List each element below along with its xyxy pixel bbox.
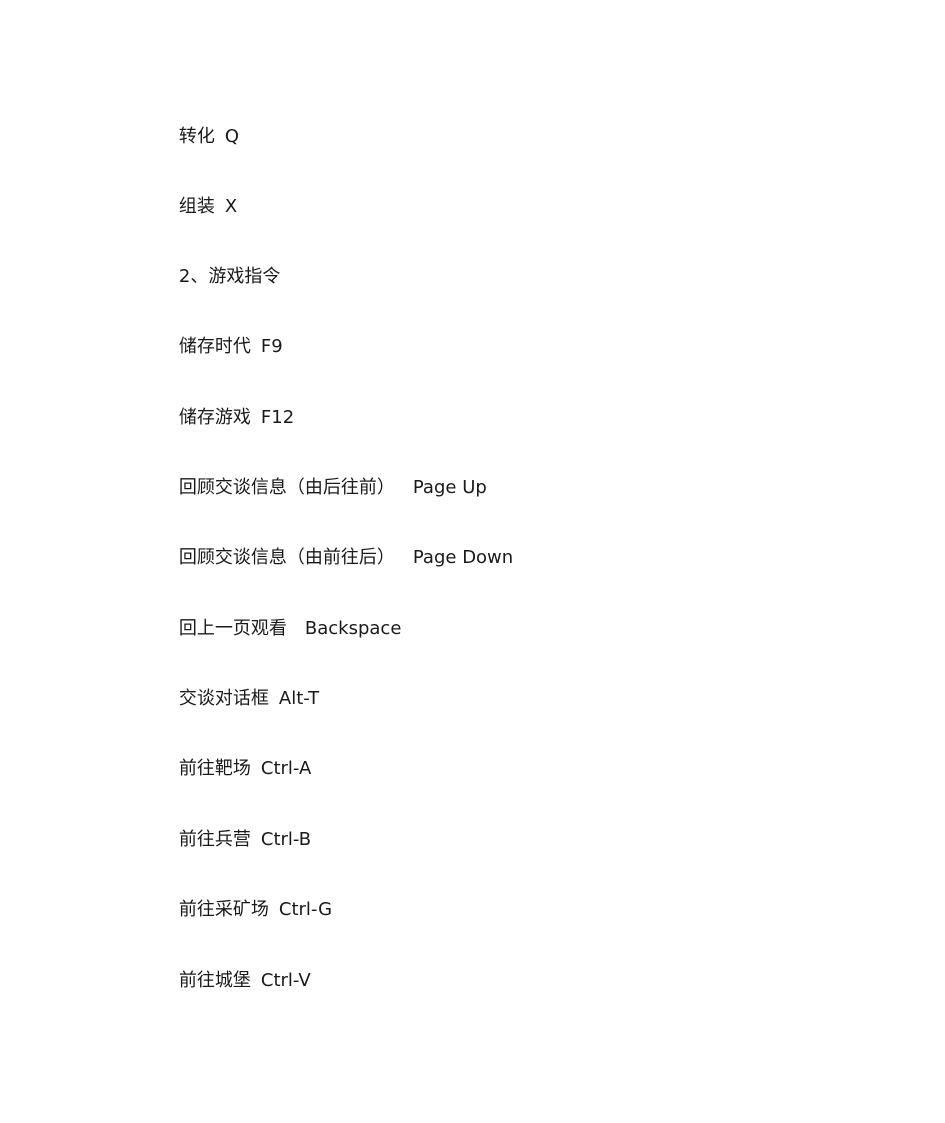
- shortcut-key: Q: [224, 126, 240, 147]
- shortcut-line-chat-dialog: 交谈对话框 Alt-T: [156, 663, 319, 709]
- shortcut-key: Ctrl-B: [260, 829, 312, 850]
- command-label: 前往靶场: [178, 758, 251, 779]
- shortcut-key: F9: [260, 336, 283, 357]
- section-heading: 2、游戏指令: [178, 266, 281, 287]
- command-label: 前往城堡: [178, 970, 251, 991]
- command-label: 回上一页观看: [178, 618, 287, 639]
- document-page: 转化 Q 组装 X 2、游戏指令 储存时代 F9 储存游戏 F12 回顾交谈信息（由后往…: [0, 0, 945, 1123]
- shortcut-line-review-chat-forward: 回顾交谈信息（由前往后） Page Down: [156, 522, 513, 568]
- command-label: 前往采矿场: [178, 899, 269, 920]
- shortcut-key: X: [224, 196, 238, 217]
- shortcut-line-review-chat-back: 回顾交谈信息（由后往前） Page Up: [156, 452, 487, 498]
- shortcut-key: Ctrl-V: [260, 970, 311, 991]
- shortcut-key: Page Up: [412, 477, 487, 498]
- shortcut-line-convert: 转化 Q: [156, 101, 239, 147]
- shortcut-line-go-castle: 前往城堡 Ctrl-V: [156, 945, 311, 991]
- shortcut-key: Ctrl-G: [278, 899, 333, 920]
- shortcut-key: Backspace: [304, 618, 402, 639]
- command-label: 回顾交谈信息（由前往后）: [178, 547, 395, 568]
- shortcut-line-assemble: 组装 X: [156, 171, 237, 217]
- shortcut-line-go-mining-camp: 前往采矿场 Ctrl-G: [156, 874, 332, 920]
- command-label: 前往兵营: [178, 829, 251, 850]
- shortcut-line-go-barracks: 前往兵营 Ctrl-B: [156, 804, 311, 850]
- shortcut-line-previous-page: 回上一页观看 Backspace: [156, 593, 402, 639]
- command-label: 储存时代: [178, 336, 251, 357]
- command-label: 储存游戏: [178, 407, 251, 428]
- shortcut-line-save-game: 储存游戏 F12: [156, 382, 294, 428]
- command-label: 交谈对话框: [178, 688, 269, 709]
- shortcut-key: F12: [260, 407, 295, 428]
- command-label: 转化: [178, 126, 215, 147]
- shortcut-key: Ctrl-A: [260, 758, 312, 779]
- command-label: 组装: [178, 196, 215, 217]
- shortcut-key: Alt-T: [278, 688, 320, 709]
- command-label: 回顾交谈信息（由后往前）: [178, 477, 395, 498]
- shortcut-line-save-era: 储存时代 F9: [156, 311, 283, 357]
- shortcut-line-go-archery-range: 前往靶场 Ctrl-A: [156, 733, 311, 779]
- section-heading-game-commands: 2、游戏指令: [156, 241, 280, 287]
- shortcut-key: Page Down: [412, 547, 514, 568]
